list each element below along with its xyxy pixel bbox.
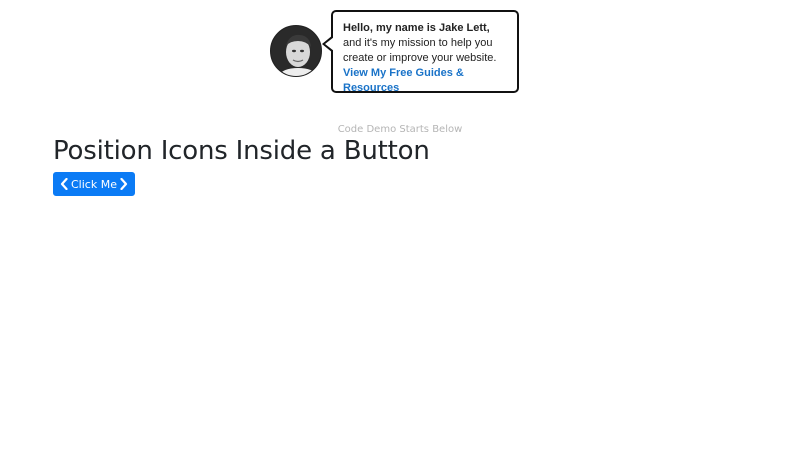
demo-start-label: Code Demo Starts Below: [337, 124, 463, 135]
chevron-right-icon: [120, 178, 128, 190]
intro-greeting: Hello, my name is Jake Lett,: [343, 22, 490, 34]
resources-link[interactable]: View My Free Guides & Resources: [343, 67, 464, 94]
page-title: Position Icons Inside a Button: [53, 136, 430, 166]
avatar-photo-icon: [271, 26, 321, 76]
intro-body: and it's my mission to help you create o…: [343, 37, 497, 64]
button-label: Click Me: [71, 177, 117, 191]
click-me-button[interactable]: Click Me: [53, 172, 135, 196]
speech-bubble: Hello, my name is Jake Lett, and it's my…: [322, 10, 519, 94]
author-avatar: [270, 25, 322, 77]
chevron-left-icon: [60, 178, 68, 190]
bubble-pointer-fill: [325, 37, 334, 51]
author-intro: Hello, my name is Jake Lett, and it's my…: [270, 10, 520, 94]
